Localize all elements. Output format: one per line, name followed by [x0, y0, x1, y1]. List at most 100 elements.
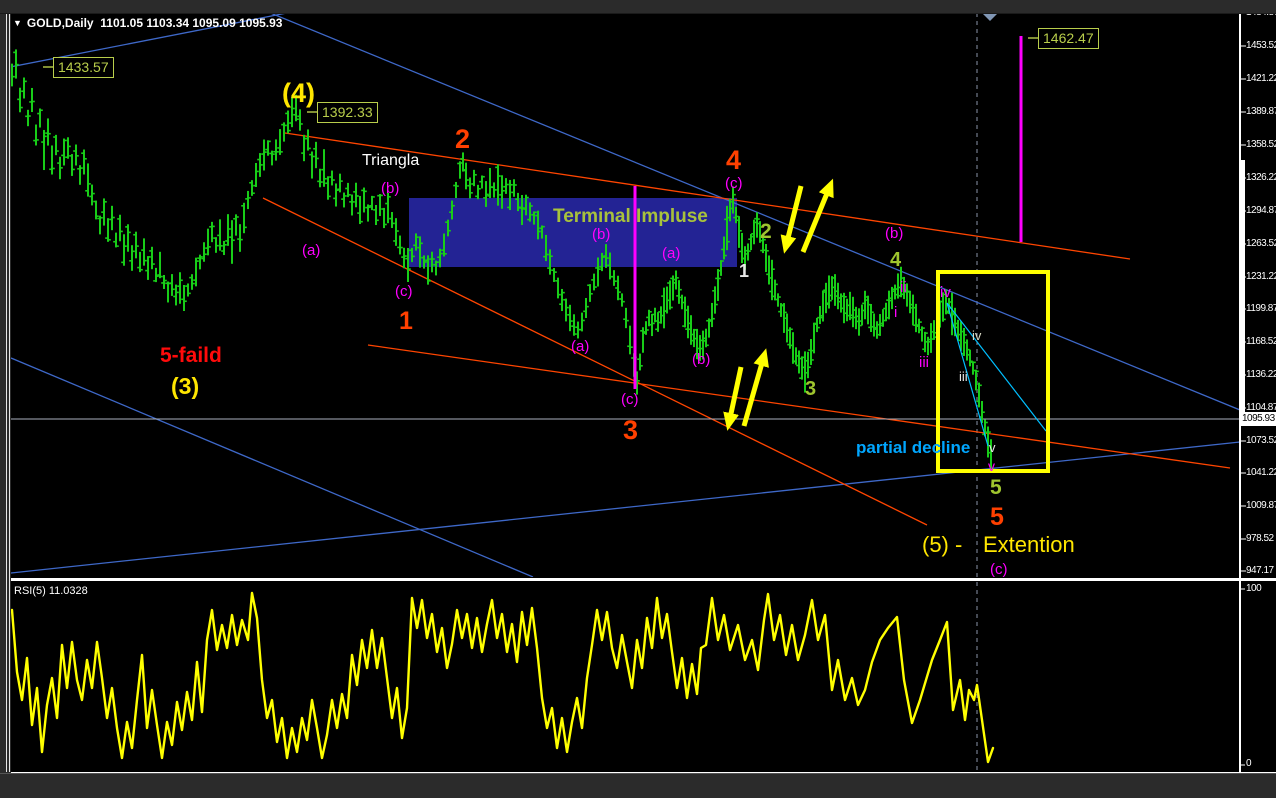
open-tick — [25, 115, 27, 118]
annotation-label[interactable]: (c) — [725, 176, 743, 191]
annotation-label[interactable]: 5 — [990, 477, 1002, 498]
price-bar — [807, 351, 809, 379]
annotation-label[interactable]: 4 — [726, 147, 741, 174]
collapse-arrow-icon[interactable]: ▼ — [13, 18, 22, 28]
price-bar — [849, 291, 851, 321]
annotation-label[interactable]: (c) — [990, 562, 1008, 577]
annotation-label[interactable]: Triangla — [362, 153, 419, 169]
annotation-label[interactable]: (b) — [885, 226, 903, 241]
annotation-label[interactable]: (a) — [571, 339, 589, 354]
open-tick — [429, 258, 431, 260]
price-bar — [801, 356, 803, 380]
close-tick — [531, 205, 533, 207]
open-tick — [73, 150, 75, 152]
annotation-label[interactable]: 2 — [455, 126, 470, 153]
price-bar — [720, 260, 722, 276]
annotation-label[interactable]: i — [894, 305, 897, 320]
open-tick — [511, 191, 513, 194]
price-bar — [355, 182, 357, 208]
panel-splitter[interactable] — [4, 578, 1276, 581]
annotation-label[interactable]: Extention — [983, 534, 1075, 556]
cyan-wedge-line[interactable] — [946, 302, 1047, 432]
open-tick — [982, 433, 984, 436]
annotation-label[interactable]: (c) — [621, 392, 639, 407]
price-bar — [283, 122, 285, 142]
rsi-line[interactable] — [11, 591, 995, 764]
close-tick — [333, 179, 335, 181]
close-tick — [181, 279, 183, 282]
annotation-label[interactable]: (b) — [381, 181, 399, 196]
open-tick — [964, 341, 966, 344]
direction-arrow[interactable] — [723, 366, 744, 431]
annotation-label[interactable]: 3 — [805, 379, 816, 399]
annotation-label[interactable]: (a) — [302, 243, 320, 258]
price-bar — [867, 295, 869, 325]
price-bar — [521, 195, 523, 225]
annotation-label[interactable]: iv — [940, 285, 951, 300]
annotation-label[interactable]: 2 — [760, 221, 772, 242]
annotation-label[interactable]: partial decline — [856, 439, 970, 456]
open-tick — [209, 226, 211, 228]
open-tick — [751, 232, 753, 235]
price-bar — [756, 212, 758, 238]
price-bar — [31, 87, 33, 113]
price-bar — [909, 290, 911, 314]
annotation-label[interactable]: 3 — [623, 417, 638, 444]
open-tick — [233, 217, 235, 220]
price-bar — [15, 49, 17, 79]
price-level-tag[interactable]: 1433.57 — [53, 57, 114, 78]
annotation-label[interactable]: 4 — [890, 250, 901, 270]
price-bar — [247, 190, 249, 210]
open-tick — [445, 221, 447, 224]
price-level-tag[interactable]: 1392.33 — [317, 102, 378, 123]
annotation-label[interactable]: (b) — [592, 227, 610, 242]
price-bar — [339, 173, 341, 193]
annotation-label[interactable]: (b) — [692, 352, 710, 367]
annotation-label[interactable]: iii — [959, 370, 968, 383]
open-tick — [129, 260, 131, 262]
open-tick — [53, 136, 55, 138]
price-level-tag[interactable]: 1462.47 — [1038, 28, 1099, 49]
direction-arrow[interactable] — [780, 185, 804, 254]
annotation-label[interactable]: (c) — [395, 284, 413, 299]
price-axis-label: 947.17 — [1246, 565, 1274, 576]
open-tick — [579, 328, 581, 331]
annotation-label[interactable]: (3) — [171, 375, 199, 398]
annotation-label[interactable]: 5 — [990, 505, 1004, 530]
close-tick — [13, 75, 15, 78]
blue-trend-line[interactable] — [11, 357, 534, 577]
open-tick — [643, 332, 645, 334]
open-tick — [405, 257, 407, 260]
close-tick — [539, 230, 541, 233]
annotation-label[interactable]: 5-faild — [160, 345, 222, 366]
annotation-label[interactable]: Terminal Impluse — [553, 207, 708, 226]
annotation-label[interactable]: v — [989, 441, 996, 454]
annotation-label[interactable]: ii — [900, 280, 907, 295]
price-bar — [873, 313, 875, 337]
open-tick — [507, 206, 509, 209]
direction-arrow[interactable] — [800, 178, 834, 253]
annotation-label[interactable]: 1 — [399, 309, 413, 334]
annotation-label[interactable]: (a) — [662, 246, 680, 261]
close-tick — [265, 151, 267, 153]
price-bar — [921, 326, 923, 342]
annotation-label[interactable]: iii — [919, 355, 929, 370]
close-tick — [129, 231, 131, 234]
open-tick — [249, 181, 251, 184]
price-bar — [367, 204, 369, 222]
annotation-label[interactable]: (5) - — [922, 534, 962, 556]
open-tick — [449, 211, 451, 213]
price-bar — [167, 281, 169, 303]
annotation-label[interactable]: (4) — [282, 80, 315, 107]
price-bar — [774, 279, 776, 301]
close-tick — [105, 201, 107, 203]
price-bar — [183, 285, 185, 311]
price-bar — [858, 308, 860, 336]
annotation-label[interactable]: iv — [972, 329, 981, 342]
annotation-label[interactable]: 1 — [739, 262, 749, 280]
direction-arrow[interactable] — [741, 348, 769, 427]
annotation-label[interactable]: v — [988, 459, 995, 473]
open-tick — [646, 316, 648, 319]
open-tick — [787, 343, 789, 346]
open-tick — [467, 184, 469, 187]
